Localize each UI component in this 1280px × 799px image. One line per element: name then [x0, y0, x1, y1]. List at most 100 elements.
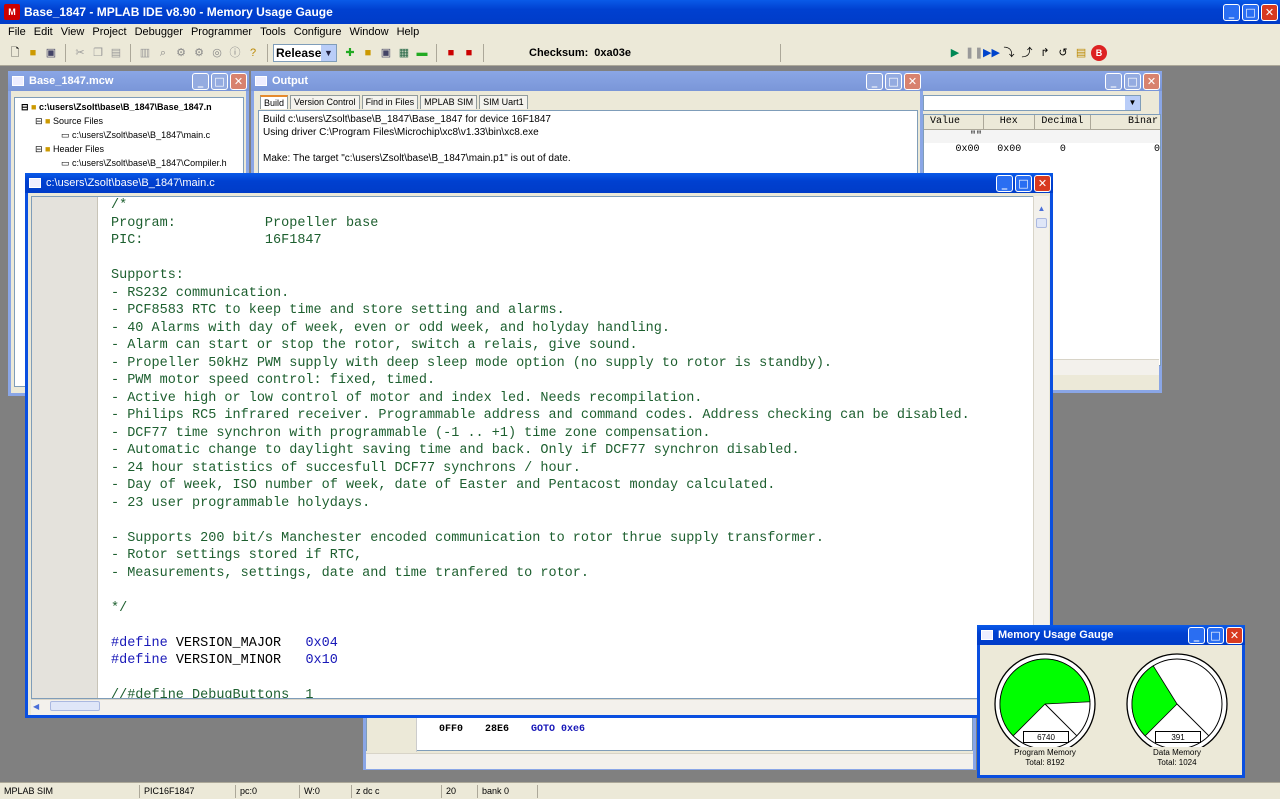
code-line[interactable]	[111, 670, 1041, 688]
code-editor[interactable]: /* Program: Propeller base PIC: 16F1847 Sup…	[31, 196, 1047, 699]
menu-view[interactable]: View	[57, 26, 89, 38]
watch-col-decimal[interactable]: Decimal	[1035, 115, 1091, 129]
watch-minimize-button[interactable]: _	[1105, 72, 1122, 90]
code-line[interactable]: - Alarm can start or stop the rotor, swi…	[111, 337, 1041, 355]
workspace-close-button[interactable]: ✕	[230, 72, 247, 90]
tab-build[interactable]: Build	[260, 95, 289, 109]
menu-configure[interactable]: Configure	[290, 26, 346, 38]
code-line[interactable]: - Day of week, ISO number of week, date …	[111, 477, 1041, 495]
gauge-maximize-button[interactable]: □	[1207, 626, 1224, 644]
editor-maximize-button[interactable]: □	[1015, 174, 1032, 192]
info-icon[interactable]: ⓘ	[227, 45, 243, 61]
code-line[interactable]: - PCF8583 RTC to keep time and store set…	[111, 302, 1041, 320]
step-over-icon[interactable]: ⤴	[1019, 45, 1035, 61]
tree-root[interactable]: ⊟ ■ c:\users\Zsolt\base\B_1847\Base_1847…	[21, 102, 243, 113]
build-icon[interactable]: ⚙	[173, 45, 189, 61]
menu-programmer[interactable]: Programmer	[187, 26, 256, 38]
step-into-icon[interactable]: ⤵	[1001, 45, 1017, 61]
code-line[interactable]: - DCF77 time synchron with programmable …	[111, 425, 1041, 443]
editor-hscroll-thumb[interactable]	[50, 701, 101, 712]
save-project-icon[interactable]: ▣	[378, 45, 394, 61]
debug-icon[interactable]: ◎	[209, 45, 225, 61]
print-icon[interactable]: ▥	[137, 45, 153, 61]
output-minimize-button[interactable]: _	[866, 72, 883, 90]
code-line[interactable]: - Automatic change to daylight saving ti…	[111, 442, 1041, 460]
editor-hscroll[interactable]: ◀	[31, 699, 1047, 715]
watch-symbol-select[interactable]: ▼	[923, 95, 1141, 111]
code-line[interactable]	[111, 617, 1041, 635]
watch-close-button[interactable]: ✕	[1143, 72, 1160, 90]
help-icon[interactable]: ?	[245, 45, 261, 61]
watch-col-binary[interactable]: Binar	[1091, 115, 1160, 129]
code-line[interactable]: - 23 user programmable holydays.	[111, 495, 1041, 513]
editor-gutter[interactable]	[32, 197, 98, 698]
build-config-select[interactable]: Release ▼	[273, 43, 337, 62]
tree-source-folder[interactable]: ⊟ ■ Source Files	[21, 116, 243, 127]
menu-debugger[interactable]: Debugger	[131, 26, 187, 38]
watch-col-hex[interactable]: Hex	[984, 115, 1036, 129]
cut-icon[interactable]: ✂	[72, 45, 88, 61]
code-line[interactable]: - Supports 200 bit/s Manchester encoded …	[111, 530, 1041, 548]
watch-row[interactable]: 0x00 0x00 0 0	[924, 143, 1161, 157]
save-icon[interactable]: ▣	[43, 45, 59, 61]
tab-find-in-files[interactable]: Find in Files	[361, 95, 419, 109]
output-close-button[interactable]: ✕	[904, 72, 921, 90]
workspace-minimize-button[interactable]: _	[192, 72, 209, 90]
tree-header-file[interactable]: ▭ c:\users\Zsolt\base\B_1847\Compiler.h	[21, 158, 243, 169]
workspace-maximize-button[interactable]: □	[211, 72, 228, 90]
menu-help[interactable]: Help	[393, 26, 424, 38]
code-line[interactable]	[111, 582, 1041, 600]
paste-icon[interactable]: ▤	[108, 45, 124, 61]
add-icon[interactable]: ✚	[342, 45, 358, 61]
code-line[interactable]: - Philips RC5 infrared receiver. Program…	[111, 407, 1041, 425]
tree-source-file[interactable]: ▭ c:\users\Zsolt\base\B_1847\main.c	[21, 130, 243, 141]
halt-icon[interactable]: ❚❚	[965, 45, 983, 61]
code-content[interactable]: /* Program: Propeller base PIC: 16F1847 Sup…	[111, 197, 1041, 698]
breakpoints-icon[interactable]: ▤	[1073, 45, 1089, 61]
close-button[interactable]: ✕	[1261, 3, 1278, 21]
code-line[interactable]: - 40 Alarms with day of week, even or od…	[111, 320, 1041, 338]
code-line[interactable]: */	[111, 600, 1041, 618]
disasm-row[interactable]: 0FF0 28E6 GOTO 0xe6	[439, 724, 585, 735]
code-line[interactable]: - PWM motor speed control: fixed, timed.	[111, 372, 1041, 390]
code-line[interactable]	[111, 512, 1041, 530]
tab-mplab-sim[interactable]: MPLAB SIM	[420, 95, 478, 109]
menu-tools[interactable]: Tools	[256, 26, 290, 38]
menu-window[interactable]: Window	[345, 26, 392, 38]
tree-header-folder[interactable]: ⊟ ■ Header Files	[21, 144, 243, 155]
step-out-icon[interactable]: ↱	[1037, 45, 1053, 61]
menu-edit[interactable]: Edit	[30, 26, 57, 38]
program-device-icon[interactable]: ■	[443, 45, 459, 61]
code-line[interactable]: - 24 hour statistics of succesfull DCF77…	[111, 460, 1041, 478]
code-line[interactable]: Supports:	[111, 267, 1041, 285]
code-line[interactable]: /*	[111, 197, 1041, 215]
find-icon[interactable]: ⌕	[155, 45, 171, 61]
code-line[interactable]: PIC: 16F1847	[111, 232, 1041, 250]
disasm-hscroll[interactable]	[366, 753, 973, 769]
editor-vscroll[interactable]: ▲	[1033, 196, 1049, 699]
open-project-icon[interactable]: ■	[360, 45, 376, 61]
code-line[interactable]: Program: Propeller base	[111, 215, 1041, 233]
copy-icon[interactable]: ❐	[90, 45, 106, 61]
editor-close-button[interactable]: ✕	[1034, 174, 1051, 192]
menu-file[interactable]: File	[4, 26, 30, 38]
code-line[interactable]: - Active high or low control of motor an…	[111, 390, 1041, 408]
tab-version-control[interactable]: Version Control	[290, 95, 360, 109]
rebuild-icon[interactable]: ⚙	[191, 45, 207, 61]
output-maximize-button[interactable]: □	[885, 72, 902, 90]
gauge-close-button[interactable]: ✕	[1226, 626, 1243, 644]
scroll-up-icon[interactable]: ▲	[1034, 204, 1049, 216]
run-icon[interactable]: ▶	[947, 45, 963, 61]
code-line[interactable]: #define VERSION_MINOR 0x10	[111, 652, 1041, 670]
watch-col-value[interactable]: Value	[924, 115, 984, 129]
make-icon[interactable]: ▦	[396, 45, 412, 61]
watch-row[interactable]: ""	[924, 130, 1160, 143]
reset-icon[interactable]: ↺	[1055, 45, 1071, 61]
code-line[interactable]: - RS232 communication.	[111, 285, 1041, 303]
code-line[interactable]	[111, 250, 1041, 268]
menu-project[interactable]: Project	[88, 26, 130, 38]
open-folder-icon[interactable]: ■	[25, 45, 41, 61]
minimize-button[interactable]: _	[1223, 3, 1240, 21]
code-line[interactable]: - Propeller 50kHz PWM supply with deep s…	[111, 355, 1041, 373]
new-file-icon[interactable]: 🗋	[7, 45, 23, 61]
